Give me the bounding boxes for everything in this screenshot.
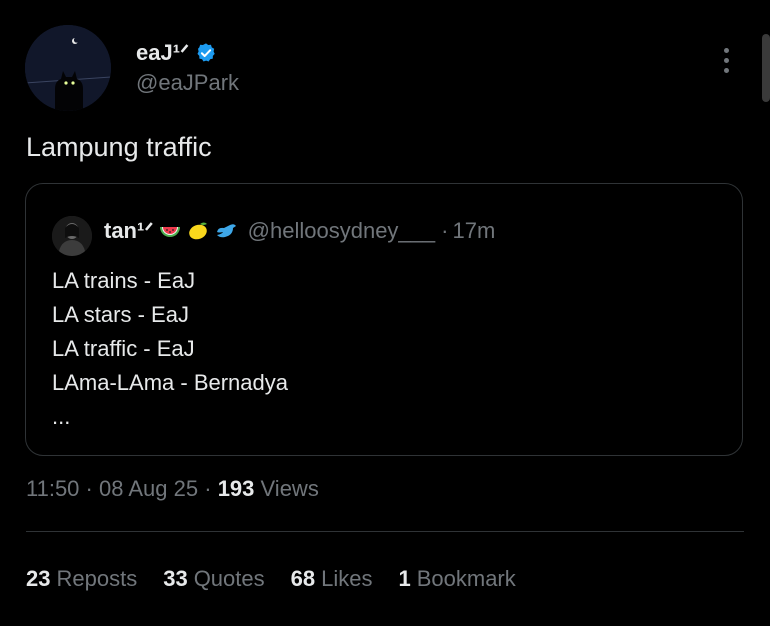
quoted-line: LAma-LAma - Bernadya: [52, 370, 288, 395]
reposts-count: 23: [26, 566, 51, 591]
quoted-line: LA trains - EaJ: [52, 268, 196, 293]
avatar-image: [25, 25, 111, 111]
engagement-stats: 23 Reposts 33 Quotes 68 Likes 1 Bookmark: [26, 566, 542, 592]
quoted-line: ...: [52, 404, 71, 429]
tweet-time[interactable]: 11:50: [26, 476, 79, 501]
likes-count: 68: [290, 566, 316, 591]
verified-badge-icon: [197, 43, 216, 62]
bird-icon: [216, 224, 236, 238]
quoted-author-handle[interactable]: @helloosydney___: [248, 218, 435, 244]
bookmarks-stat[interactable]: 1 Bookmark: [398, 566, 515, 592]
views-count: 193: [217, 476, 255, 501]
quoted-author-name[interactable]: tan¹ᐟ: [104, 218, 154, 244]
bookmarks-label: Bookmark: [416, 566, 516, 591]
quoted-line: LA traffic - EaJ: [52, 336, 195, 361]
quotes-count: 33: [163, 566, 188, 591]
quoted-tweet-header: tan¹ᐟ @helloosydney___ · 17m: [104, 218, 495, 244]
author-avatar[interactable]: [25, 25, 111, 111]
reposts-label: Reposts: [56, 566, 138, 591]
bookmarks-count: 1: [398, 566, 411, 591]
author-name-text: eaJ¹ᐟ: [136, 40, 190, 65]
tweet-date[interactable]: 08 Aug 25: [99, 476, 198, 501]
reposts-stat[interactable]: 23 Reposts: [26, 566, 137, 592]
quotes-label: Quotes: [193, 566, 265, 591]
meta-separator: ·: [85, 476, 93, 501]
meta-separator: ·: [204, 476, 212, 501]
quoted-tweet-card[interactable]: tan¹ᐟ @helloosydney___ · 17m LA trains -…: [25, 183, 743, 456]
likes-stat[interactable]: 68 Likes: [291, 566, 373, 592]
lemon-icon: [188, 222, 207, 240]
quoted-line: LA stars - EaJ: [52, 302, 189, 327]
quotes-stat[interactable]: 33 Quotes: [163, 566, 264, 592]
scrollbar[interactable]: [762, 34, 770, 102]
quoted-avatar-image: [52, 216, 92, 256]
watermelon-icon: [159, 227, 180, 237]
tweet-meta: 11:50 · 08 Aug 25 · 193 Views: [26, 476, 319, 502]
quoted-author-avatar[interactable]: [52, 216, 92, 256]
author-display-name[interactable]: eaJ¹ᐟ: [136, 40, 217, 66]
views-label: Views: [260, 476, 319, 501]
quoted-tweet-text: LA trains - EaJ LA stars - EaJ LA traffi…: [52, 264, 288, 434]
likes-label: Likes: [321, 566, 373, 591]
author-handle[interactable]: @eaJPark: [136, 70, 239, 96]
divider: [26, 531, 744, 532]
more-options-icon[interactable]: [712, 40, 740, 80]
quoted-timestamp[interactable]: 17m: [452, 218, 495, 244]
quoted-separator: ·: [441, 218, 449, 243]
tweet-text: Lampung traffic: [26, 132, 212, 162]
tweet: eaJ¹ᐟ @eaJPark Lampung traffic tan¹ᐟ @he…: [0, 0, 770, 626]
